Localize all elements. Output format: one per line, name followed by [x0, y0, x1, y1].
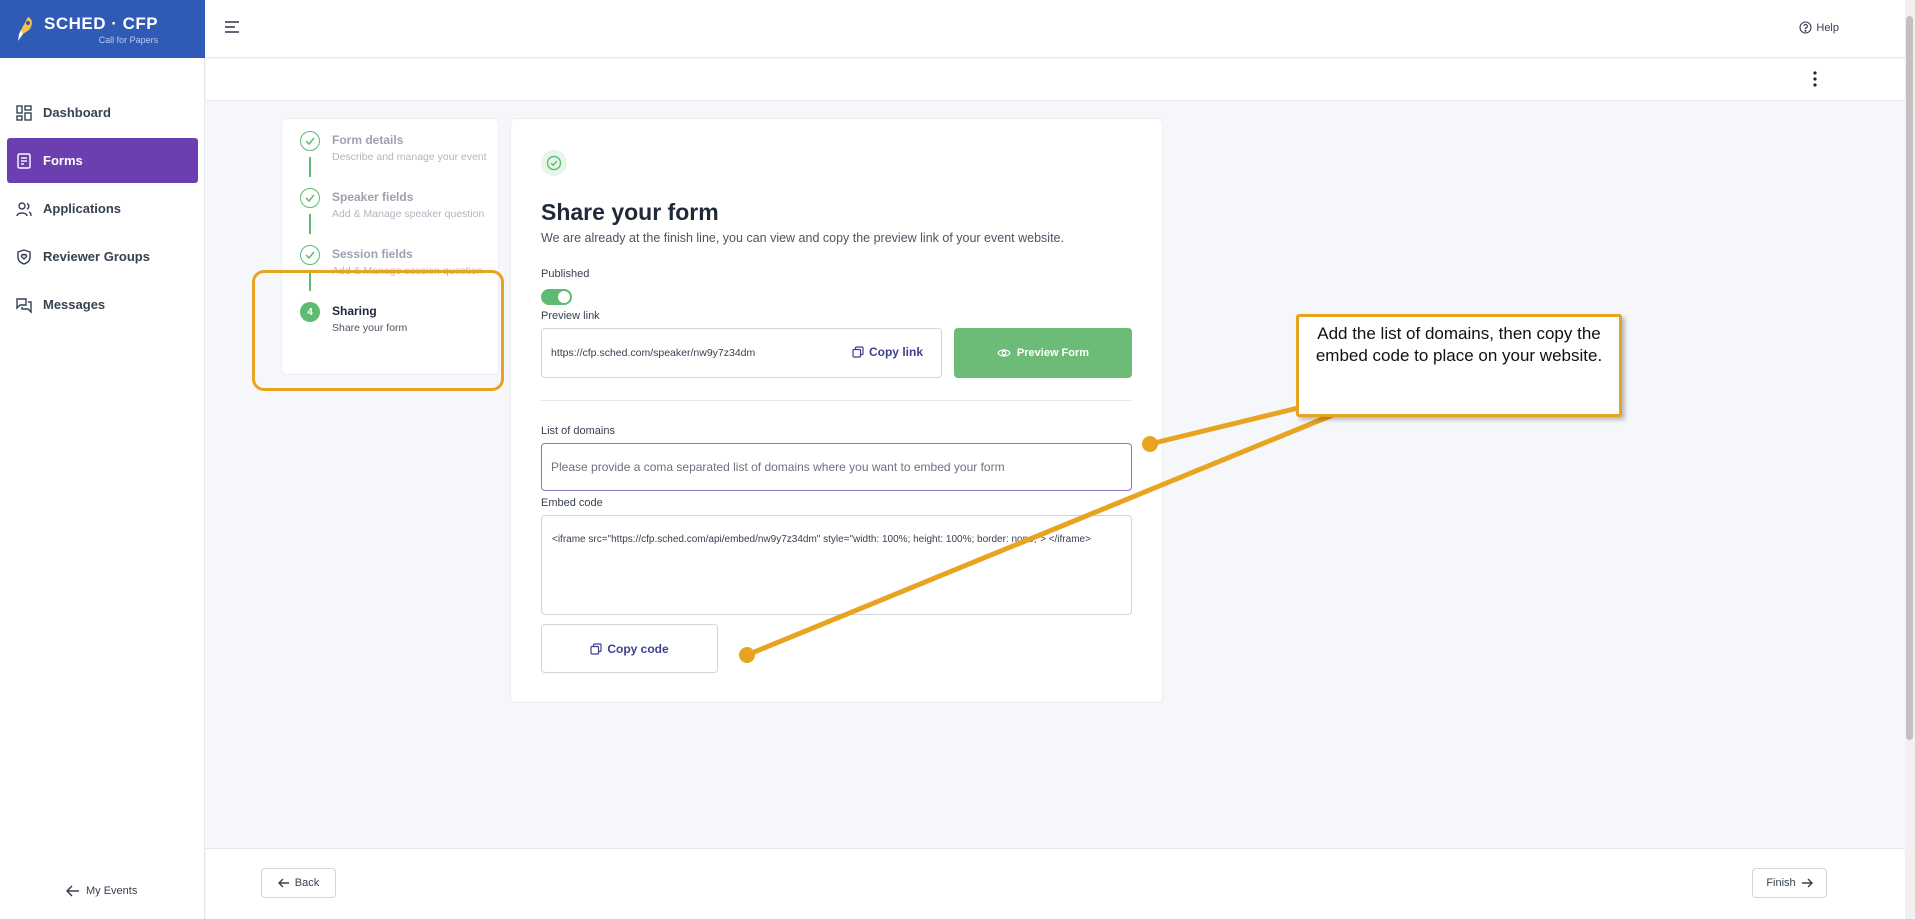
messages-icon: [16, 297, 32, 314]
sidebar-item-dashboard[interactable]: Dashboard: [7, 90, 198, 135]
published-toggle[interactable]: [541, 289, 572, 305]
app-logo[interactable]: SCHED · CFP Call for Papers: [0, 0, 205, 58]
sub-toolbar: [206, 59, 1905, 101]
sidebar-item-forms[interactable]: Forms: [7, 138, 198, 183]
my-events-label: My Events: [86, 885, 138, 897]
hamburger-icon: [225, 21, 239, 33]
sidebar-item-reviewer-groups[interactable]: Reviewer Groups: [7, 234, 198, 279]
sidebar-nav: Dashboard Forms Applications Reviewer Gr…: [0, 90, 205, 330]
copy-icon: [590, 642, 602, 655]
sidebar-item-label: Dashboard: [43, 105, 111, 120]
more-options-button[interactable]: [1813, 71, 1817, 92]
sidebar-item-label: Messages: [43, 297, 106, 312]
step-title: Session fields: [332, 247, 413, 261]
sidebar: SCHED · CFP Call for Papers Dashboard Fo…: [0, 0, 205, 919]
finish-label: Finish: [1766, 877, 1796, 889]
menu-toggle-button[interactable]: [224, 20, 240, 39]
arrow-left-icon: [277, 878, 289, 888]
section-divider: [541, 400, 1132, 401]
shield-heart-icon: [17, 248, 31, 265]
embed-code-textarea[interactable]: <iframe src="https://cfp.sched.com/api/e…: [541, 515, 1132, 615]
embed-code-label: Embed code: [541, 497, 603, 509]
arrow-left-icon: [66, 885, 79, 897]
step-connector: [309, 157, 311, 177]
finish-button[interactable]: Finish: [1752, 868, 1827, 898]
help-label: Help: [1816, 21, 1839, 34]
step-connector: [309, 214, 311, 234]
published-label: Published: [541, 268, 590, 280]
copy-link-button[interactable]: Copy link: [852, 345, 923, 359]
logo-subtitle: Call for Papers: [98, 34, 159, 45]
more-vertical-icon: [1813, 71, 1817, 87]
domains-label: List of domains: [541, 425, 615, 437]
step-title: Form details: [332, 133, 404, 147]
back-button[interactable]: Back: [261, 868, 336, 898]
preview-form-button[interactable]: Preview Form: [954, 328, 1132, 378]
page-subtitle: We are already at the finish line, you c…: [541, 231, 1064, 245]
preview-link-label: Preview link: [541, 310, 600, 322]
users-icon: [16, 201, 32, 216]
preview-form-label: Preview Form: [1016, 347, 1090, 359]
sidebar-item-applications[interactable]: Applications: [7, 186, 198, 231]
top-bar: Help: [206, 0, 1905, 58]
sidebar-item-label: Applications: [43, 201, 122, 216]
step-highlight-annotation: [252, 270, 504, 391]
help-circle-icon: [1799, 21, 1812, 34]
step-title: Speaker fields: [332, 190, 414, 204]
step-description: Describe and manage your event: [332, 151, 487, 163]
preview-url: https://cfp.sched.com/speaker/nw9y7z34dm: [551, 347, 756, 359]
scrollbar-thumb[interactable]: [1906, 16, 1913, 740]
copy-code-label: Copy code: [607, 641, 669, 656]
my-events-link[interactable]: My Events: [66, 885, 137, 897]
check-icon: [300, 188, 320, 208]
form-icon: [17, 152, 31, 169]
arrow-right-icon: [1801, 878, 1813, 888]
footer-bar: Back Finish: [206, 848, 1905, 919]
help-link[interactable]: Help: [1799, 21, 1839, 34]
check-icon: [300, 131, 320, 151]
check-icon: [300, 245, 320, 265]
embed-code-value: <iframe src="https://cfp.sched.com/api/e…: [552, 534, 1091, 545]
page-title: Share your form: [541, 199, 719, 225]
domains-input[interactable]: Please provide a coma separated list of …: [541, 443, 1132, 491]
sidebar-item-label: Reviewer Groups: [43, 249, 150, 264]
back-label: Back: [294, 877, 320, 889]
dashboard-icon: [16, 104, 32, 121]
tutorial-callout: Add the list of domains, then copy the e…: [1296, 314, 1622, 417]
share-form-card: Share your form We are already at the fi…: [510, 118, 1163, 703]
eye-icon: [997, 349, 1011, 357]
logo-title: SCHED · CFP: [44, 13, 159, 33]
sidebar-item-label: Forms: [43, 153, 83, 168]
rocket-logo-icon: [14, 15, 36, 43]
sidebar-item-messages[interactable]: Messages: [7, 282, 198, 327]
step-description: Add & Manage speaker question: [332, 208, 485, 220]
page-scrollbar[interactable]: [1905, 0, 1915, 919]
copy-icon: [852, 346, 864, 358]
copy-link-label: Copy link: [868, 345, 923, 359]
check-circle-icon: [541, 150, 567, 176]
preview-link-field[interactable]: https://cfp.sched.com/speaker/nw9y7z34dm…: [541, 328, 942, 378]
copy-code-button[interactable]: Copy code: [541, 624, 718, 673]
